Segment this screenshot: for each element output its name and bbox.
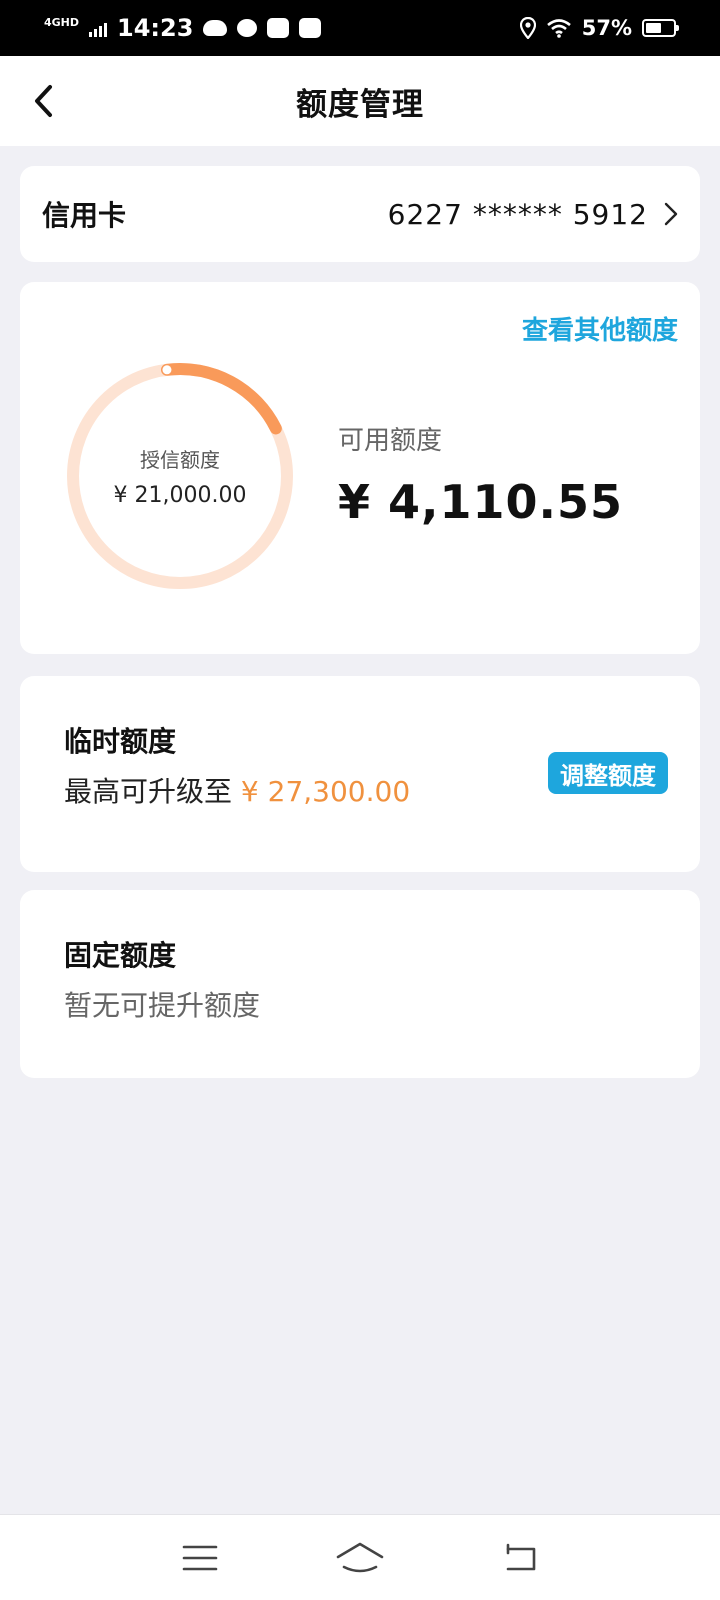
temporary-limit-title: 临时额度 <box>64 725 177 758</box>
location-icon <box>519 17 536 39</box>
credit-limit-value: ¥ 21,000.00 <box>113 483 247 508</box>
fixed-limit-title: 固定额度 <box>64 939 177 972</box>
chevron-right-icon <box>664 202 678 226</box>
app-notification-icon <box>299 18 322 38</box>
back-button[interactable] <box>20 78 66 124</box>
available-limit: 可用额度 ¥ 4,110.55 <box>338 420 623 529</box>
menu-key[interactable] <box>170 1528 230 1588</box>
fixed-limit-desc: 暂无可提升额度 <box>64 989 261 1022</box>
chevron-left-icon <box>35 85 52 117</box>
return-icon <box>506 1543 536 1570</box>
signal-icon <box>89 23 108 37</box>
credit-ring-chart: 授信额度 ¥ 21,000.00 <box>60 356 300 596</box>
limit-overview-card: 查看其他额度 授信额度 ¥ 21,000.00 可用额度 ¥ 4,110.55 <box>20 282 700 654</box>
card-number-group: 6227 ****** 5912 <box>388 198 678 231</box>
status-bar: 4GHD 14:23 57% <box>0 0 720 56</box>
temporary-limit-amount: ¥ 27,300.00 <box>240 775 411 808</box>
wechat-icon <box>237 19 258 37</box>
page-title: 额度管理 <box>296 86 424 123</box>
cloud-icon <box>203 20 228 36</box>
battery-percent: 57% <box>581 16 632 40</box>
temporary-limit-desc-prefix: 最高可升级至 <box>64 775 233 808</box>
wifi-icon <box>546 19 571 38</box>
battery-level <box>646 23 661 33</box>
adjust-limit-button[interactable]: 调整额度 <box>548 752 668 794</box>
temporary-limit-card: 临时额度 最高可升级至 ¥ 27,300.00 调整额度 <box>20 676 700 872</box>
status-time: 14:23 <box>117 14 194 42</box>
view-other-limits-link[interactable]: 查看其他额度 <box>522 310 678 347</box>
status-left: 4GHD 14:23 <box>44 14 322 42</box>
menu-icon <box>182 1545 218 1570</box>
ring-center-text: 授信额度 ¥ 21,000.00 <box>60 356 300 596</box>
system-navigation-bar <box>0 1514 720 1600</box>
home-icon <box>336 1542 384 1572</box>
mail-icon <box>267 18 290 38</box>
card-number: 6227 ****** 5912 <box>387 197 648 231</box>
temporary-limit-desc: 最高可升级至 ¥ 27,300.00 <box>64 770 410 810</box>
available-limit-value: ¥ 4,110.55 <box>338 475 624 529</box>
fixed-limit-card: 固定额度 暂无可提升额度 <box>20 890 700 1078</box>
navigation-bar: 额度管理 <box>0 56 720 146</box>
credit-limit-label: 授信额度 <box>140 448 220 472</box>
available-limit-label: 可用额度 <box>338 426 443 456</box>
return-key[interactable] <box>490 1528 550 1588</box>
battery-icon <box>642 19 679 37</box>
card-type-label: 信用卡 <box>42 199 127 232</box>
status-right: 57% <box>519 16 679 40</box>
home-key[interactable] <box>330 1528 390 1588</box>
network-type: 4GHD <box>44 15 80 29</box>
card-selector[interactable]: 信用卡 6227 ****** 5912 <box>20 166 700 262</box>
